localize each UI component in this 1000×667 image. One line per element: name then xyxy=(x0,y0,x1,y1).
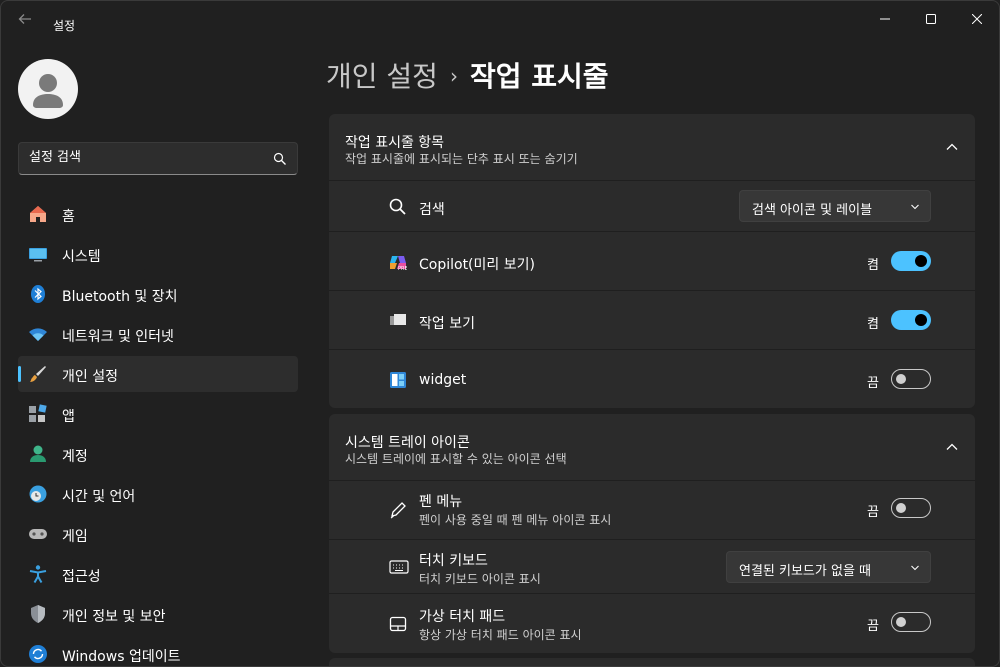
sidebar-item-home[interactable]: 홈 xyxy=(18,196,298,232)
taskbar-items-card: 작업 표시줄 항목 작업 표시줄에 표시되는 단추 표시 또는 숨기기 검색 검… xyxy=(329,114,975,408)
toggle-state-label: 끔 xyxy=(867,505,879,520)
system-icon xyxy=(29,248,47,262)
bluetooth-icon xyxy=(31,285,45,303)
taskbar-items-header[interactable]: 작업 표시줄 항목 작업 표시줄에 표시되는 단추 표시 또는 숨기기 xyxy=(329,114,975,181)
update-icon xyxy=(29,645,47,663)
setting-label: Copilot(미리 보기) xyxy=(419,257,535,273)
sidebar-item-network[interactable]: 네트워크 및 인터넷 xyxy=(18,316,298,352)
sidebar-item-personalization[interactable]: 개인 설정 xyxy=(18,356,298,392)
account-icon xyxy=(30,445,46,462)
widgets-icon xyxy=(390,372,406,388)
sidebar-item-accounts[interactable]: 계정 xyxy=(18,436,298,472)
search-icon xyxy=(389,198,406,215)
virtual-touchpad-toggle[interactable] xyxy=(891,612,931,632)
setting-label: 펜 메뉴 xyxy=(419,494,463,510)
setting-description: 터치 키보드 아이콘 표시 xyxy=(419,572,541,586)
section-subtitle: 시스템 트레이에 표시할 수 있는 아이콘 선택 xyxy=(345,452,567,466)
accessibility-icon xyxy=(29,565,47,584)
toggle-state-label: 끔 xyxy=(867,619,879,634)
next-section-card xyxy=(329,658,975,666)
section-subtitle: 작업 표시줄에 표시되는 단추 표시 또는 숨기기 xyxy=(345,152,578,166)
setting-row-search: 검색 검색 아이콘 및 레이블 xyxy=(329,181,975,232)
toggle-knob xyxy=(915,314,927,326)
gamepad-icon xyxy=(29,529,47,539)
setting-label: 검색 xyxy=(419,202,445,218)
toggle-state-label: 켬 xyxy=(867,317,879,332)
touchpad-icon xyxy=(389,616,407,632)
settings-search-box[interactable] xyxy=(18,142,298,175)
setting-label: widget xyxy=(419,372,467,388)
breadcrumb-parent[interactable]: 개인 설정 xyxy=(326,60,438,93)
setting-row-copilot: PRE Copilot(미리 보기) 켬 xyxy=(329,232,975,291)
system-tray-card: 시스템 트레이 아이콘 시스템 트레이에 표시할 수 있는 아이콘 선택 펜 메… xyxy=(329,414,975,653)
shield-icon xyxy=(31,605,45,623)
page-title: 작업 표시줄 xyxy=(469,60,609,93)
pen-icon xyxy=(390,502,406,519)
toggle-knob xyxy=(896,503,906,513)
active-indicator xyxy=(18,366,21,382)
chevron-up-icon[interactable] xyxy=(945,440,959,454)
time-language-icon xyxy=(29,485,47,503)
setting-row-pen-menu: 펜 메뉴 펜이 사용 중일 때 펜 메뉴 아이콘 표시 끔 xyxy=(329,481,975,540)
setting-label: 터치 키보드 xyxy=(419,553,488,569)
dropdown-value: 연결된 키보드가 없을 때 xyxy=(739,564,871,579)
minimize-icon[interactable] xyxy=(863,7,907,31)
toggle-knob xyxy=(896,374,906,384)
search-mode-dropdown[interactable]: 검색 아이콘 및 레이블 xyxy=(739,190,931,222)
wifi-icon xyxy=(29,328,47,341)
maximize-icon[interactable] xyxy=(909,7,953,31)
breadcrumb-separator: › xyxy=(449,64,458,88)
search-icon[interactable] xyxy=(273,152,287,166)
breadcrumb: 개인 설정 › 작업 표시줄 xyxy=(326,55,609,95)
toggle-state-label: 켬 xyxy=(867,258,879,273)
user-icon xyxy=(33,74,63,108)
pen-menu-toggle[interactable] xyxy=(891,498,931,518)
toggle-state-label: 끔 xyxy=(867,376,879,391)
section-title: 시스템 트레이 아이콘 xyxy=(345,435,470,451)
toggle-knob xyxy=(896,617,906,627)
sidebar-item-time-language[interactable]: 시간 및 언어 xyxy=(18,476,298,512)
task-view-icon xyxy=(390,314,406,325)
avatar[interactable] xyxy=(18,59,78,119)
setting-description: 펜이 사용 중일 때 펜 메뉴 아이콘 표시 xyxy=(419,513,612,527)
chevron-up-icon[interactable] xyxy=(945,140,959,154)
sidebar-item-system[interactable]: 시스템 xyxy=(18,236,298,272)
title-bar: 설정 xyxy=(1,1,999,37)
setting-label: 작업 보기 xyxy=(419,316,475,332)
setting-label: 가상 터치 패드 xyxy=(419,609,506,625)
app-title: 설정 xyxy=(53,19,76,33)
setting-row-touch-keyboard: 터치 키보드 터치 키보드 아이콘 표시 연결된 키보드가 없을 때 xyxy=(329,540,975,594)
setting-row-widgets: widget 끔 xyxy=(329,350,975,408)
toggle-knob xyxy=(915,255,927,267)
setting-description: 항상 가상 터치 패드 아이콘 표시 xyxy=(419,628,582,642)
widgets-toggle[interactable] xyxy=(891,369,931,389)
section-title: 작업 표시줄 항목 xyxy=(345,135,445,151)
chevron-down-icon xyxy=(911,204,919,210)
setting-row-virtual-touchpad: 가상 터치 패드 항상 가상 터치 패드 아이콘 표시 끔 xyxy=(329,594,975,652)
sidebar-item-accessibility[interactable]: 접근성 xyxy=(18,556,298,592)
sidebar-item-privacy[interactable]: 개인 정보 및 보안 xyxy=(18,596,298,632)
setting-row-task-view: 작업 보기 켬 xyxy=(329,291,975,350)
copilot-toggle[interactable] xyxy=(891,251,931,271)
keyboard-icon xyxy=(389,560,409,574)
touch-keyboard-dropdown[interactable]: 연결된 키보드가 없을 때 xyxy=(726,551,931,583)
chevron-down-icon xyxy=(911,565,919,571)
sidebar-item-gaming[interactable]: 게임 xyxy=(18,516,298,552)
svg-text:PRE: PRE xyxy=(398,266,407,271)
sidebar-nav: 홈 시스템 Bluetooth 및 장치 네트워크 및 인터넷 개인 설정 앱 … xyxy=(18,196,298,666)
task-view-toggle[interactable] xyxy=(891,310,931,330)
back-arrow-icon[interactable] xyxy=(13,11,37,29)
close-icon[interactable] xyxy=(955,7,999,31)
sidebar-item-apps[interactable]: 앱 xyxy=(18,396,298,432)
dropdown-value: 검색 아이콘 및 레이블 xyxy=(752,203,873,218)
copilot-icon: PRE xyxy=(390,256,407,271)
apps-icon xyxy=(29,404,47,422)
sidebar-item-windows-update[interactable]: Windows 업데이트 xyxy=(18,636,298,666)
home-icon xyxy=(30,206,46,222)
system-tray-header[interactable]: 시스템 트레이 아이콘 시스템 트레이에 표시할 수 있는 아이콘 선택 xyxy=(329,414,975,481)
search-input[interactable] xyxy=(29,150,259,165)
brush-icon xyxy=(30,366,46,382)
sidebar-item-bluetooth[interactable]: Bluetooth 및 장치 xyxy=(18,276,298,312)
settings-window: 설정 홈 시스템 Bluetooth 및 장치 xyxy=(0,0,1000,667)
